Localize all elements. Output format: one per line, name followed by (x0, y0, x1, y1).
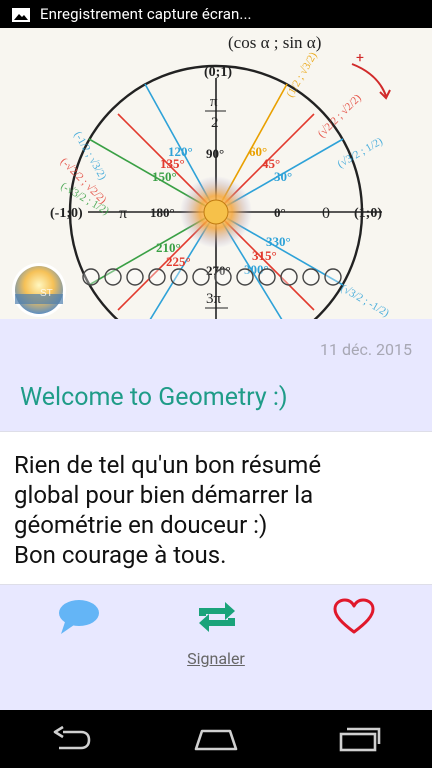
trig-circle-illustration: (cos α ; sin α) (0;1) (-1;0) (1;0) π π 2… (0, 28, 432, 319)
post-image[interactable]: (cos α ; sin α) (0;1) (-1;0) (1;0) π π 2… (0, 28, 432, 319)
repost-icon[interactable] (195, 598, 239, 636)
recents-icon[interactable] (330, 721, 390, 757)
label-right: (1;0) (354, 206, 382, 221)
label-pi-half-num: π (210, 94, 218, 110)
post-date: 11 déc. 2015 (320, 340, 412, 359)
deg-90: 90° (206, 146, 224, 161)
deg-225: 225° (166, 254, 191, 269)
label-three-pi: 3π (206, 291, 222, 307)
label-zero: 0 (322, 205, 330, 222)
report-link[interactable]: Signaler (0, 649, 432, 668)
deg-30: 30° (274, 169, 292, 184)
deg-180: 180° (150, 205, 175, 220)
avatar-badge: ST (40, 288, 53, 299)
label-pi: π (119, 205, 127, 222)
home-icon[interactable] (186, 721, 246, 757)
deg-150: 150° (152, 169, 177, 184)
heart-icon[interactable] (332, 598, 376, 636)
system-nav-bar (0, 710, 432, 768)
post-title: Welcome to Geometry :) (20, 383, 288, 412)
speech-bubble-icon[interactable] (57, 598, 101, 636)
deg-330: 330° (266, 234, 291, 249)
post-body-card: Rien de tel qu'un bon résumé global pour… (0, 431, 432, 585)
status-notification-title: Enregistrement capture écran... (40, 5, 252, 23)
formula-label: (cos α ; sin α) (228, 33, 321, 52)
deg-0: 0° (274, 205, 286, 220)
label-left: (-1;0) (50, 206, 83, 221)
deg-60: 60° (249, 144, 267, 159)
deg-210: 210° (156, 240, 181, 255)
image-icon (12, 7, 30, 22)
svg-text:+: + (356, 50, 364, 66)
post-body: Rien de tel qu'un bon résumé global pour… (14, 451, 322, 569)
avatar[interactable]: ST (12, 263, 66, 317)
label-top: (0;1) (204, 65, 232, 80)
back-icon[interactable] (42, 721, 102, 757)
status-bar: Enregistrement capture écran... (0, 0, 432, 28)
post-actions: Signaler (0, 586, 432, 710)
deg-315: 315° (252, 248, 277, 263)
label-pi-half-den: 2 (211, 115, 219, 131)
